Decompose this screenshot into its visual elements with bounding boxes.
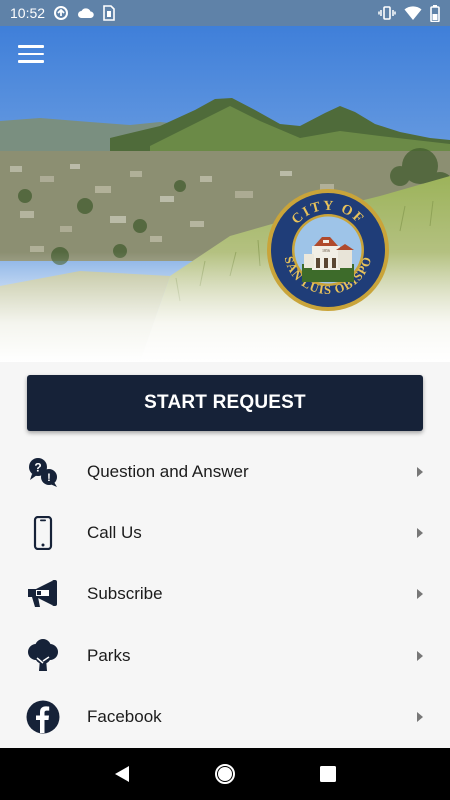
sim-card-icon (103, 5, 115, 21)
menu-item-question-answer[interactable]: ? ! Question and Answer (0, 441, 450, 502)
vibrate-icon (378, 5, 396, 21)
menu-item-label: Parks (87, 645, 131, 665)
chevron-right-icon (417, 466, 423, 477)
hamburger-menu-icon[interactable] (18, 45, 44, 67)
seal-year: 1856 (322, 248, 330, 253)
menu-item-facebook[interactable]: Facebook (0, 686, 450, 747)
menu-item-subscribe[interactable]: Subscribe (0, 564, 450, 625)
facebook-icon (25, 699, 61, 735)
home-icon[interactable] (213, 762, 237, 786)
city-seal-logo: CITY OF SAN LUIS OBISPO 1856 (267, 189, 389, 311)
svg-text:?: ? (34, 460, 41, 474)
question-answer-icon: ? ! (25, 454, 61, 490)
data-saver-icon (53, 5, 69, 21)
menu-item-label: Question and Answer (87, 461, 249, 481)
megaphone-icon (25, 576, 61, 612)
recents-icon[interactable] (316, 762, 340, 786)
start-request-button[interactable]: START REQUEST (27, 375, 423, 431)
chevron-right-icon (417, 650, 423, 661)
status-bar: 10:52 (0, 0, 450, 26)
menu-list: ? ! Question and Answer Call Us Subscrib… (0, 441, 450, 747)
wifi-icon (404, 5, 422, 21)
cloud-icon (77, 6, 95, 20)
hero-banner: CITY OF SAN LUIS OBISPO 1856 (0, 26, 450, 362)
menu-item-label: Subscribe (87, 584, 163, 604)
back-icon[interactable] (110, 762, 134, 786)
menu-item-label: Facebook (87, 706, 162, 726)
phone-icon (25, 515, 61, 551)
status-time: 10:52 (10, 5, 46, 21)
tree-icon (25, 638, 61, 674)
chevron-right-icon (417, 527, 423, 538)
menu-item-parks[interactable]: Parks (0, 625, 450, 686)
main-content: START REQUEST ? ! Question and Answer Ca… (0, 362, 450, 748)
menu-item-label: Call Us (87, 522, 142, 542)
menu-item-call-us[interactable]: Call Us (0, 502, 450, 563)
svg-text:!: ! (47, 472, 51, 484)
battery-icon (430, 4, 440, 22)
system-nav-bar (0, 748, 450, 800)
chevron-right-icon (417, 711, 423, 722)
chevron-right-icon (417, 589, 423, 600)
